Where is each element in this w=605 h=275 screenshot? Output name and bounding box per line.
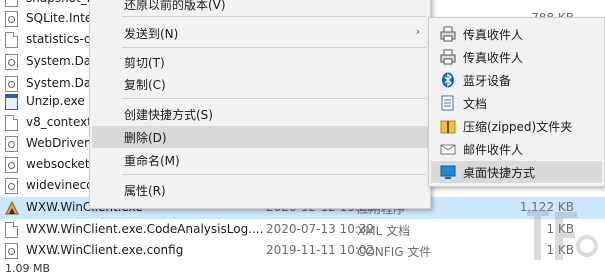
file-name: Unzip.exe: [26, 94, 85, 108]
submenu-item-documents[interactable]: 文档: [431, 92, 602, 114]
context-menu: 还原以前的版本(V) 发送到(N) › 剪切(T) 复制(C) 创建快捷方式(S…: [89, 0, 431, 209]
file-name: websocket: [26, 157, 90, 171]
file-row[interactable]: WXW.WinClient.exe.config 2019-11-11 10:0…: [0, 240, 605, 262]
submenu-item-label: 邮件收件人: [463, 143, 524, 157]
menu-item-properties[interactable]: 属性(R): [92, 179, 428, 201]
menu-item-send-to[interactable]: 发送到(N) ›: [92, 22, 428, 44]
mail-icon: [440, 141, 456, 157]
config-file-icon: [5, 54, 18, 70]
submenu-item-label: 压缩(zipped)文件夹: [463, 120, 573, 134]
menu-item-label: 属性(R): [124, 184, 166, 198]
submenu-item-label: 桌面快捷方式: [463, 166, 536, 180]
watermark-logo: [527, 210, 598, 260]
submenu-item-zip-folder[interactable]: 压缩(zipped)文件夹: [431, 115, 602, 137]
submenu-item-label: 传真收件人: [463, 28, 524, 42]
menu-separator: [122, 174, 426, 175]
send-to-submenu: 传真收件人 传真收件人 蓝牙设备 文档 压缩(zipped)文件夹 邮件收件人: [428, 17, 605, 187]
file-name: WebDriver: [26, 136, 90, 150]
document-icon: [440, 95, 456, 111]
menu-item-restore-previous[interactable]: 还原以前的版本(V): [92, 0, 428, 15]
file-name: System.Dat: [26, 54, 96, 68]
menu-item-cut[interactable]: 剪切(T): [92, 51, 428, 73]
file-type: CONFIG 文件: [357, 245, 432, 259]
menu-item-label: 复制(C): [124, 78, 166, 92]
submenu-item-mail-recipient[interactable]: 邮件收件人: [431, 138, 602, 160]
wxw-app-icon: [5, 200, 19, 216]
menu-item-create-shortcut[interactable]: 创建快捷方式(S): [92, 103, 428, 125]
exe-icon: [5, 94, 18, 110]
config-file-icon: [5, 76, 18, 92]
submenu-arrow-icon: ›: [415, 25, 420, 38]
menu-item-label: 删除(D): [124, 131, 167, 145]
submenu-item-bluetooth[interactable]: 蓝牙设备: [431, 69, 602, 91]
submenu-item-label: 文档: [463, 97, 488, 111]
file-name: v8_context_: [26, 115, 98, 129]
config-file-icon: [5, 157, 18, 173]
file-name: SQLite.Inte: [26, 11, 93, 25]
menu-item-copy[interactable]: 复制(C): [92, 73, 428, 95]
config-file-icon: [5, 243, 18, 259]
menu-item-label: 发送到(N): [124, 27, 179, 41]
file-icon: [5, 222, 18, 238]
menu-separator: [122, 47, 426, 48]
file-icon: [5, 0, 18, 7]
file-icon: [5, 115, 18, 131]
fax-printer-icon: [440, 49, 456, 65]
menu-item-delete[interactable]: 删除(D): [92, 126, 428, 148]
config-file-icon: [5, 136, 18, 152]
menu-item-label: 剪切(T): [124, 56, 165, 70]
submenu-item-label: 蓝牙设备: [463, 74, 512, 88]
file-name: WXW.WinClient.exe.CodeAnalysisLog....: [26, 222, 264, 236]
menu-item-label: 创建快捷方式(S): [124, 108, 213, 122]
file-name: snapshot_b: [26, 0, 94, 5]
menu-item-rename[interactable]: 重命名(M): [92, 149, 428, 171]
desktop-icon: [440, 164, 456, 180]
submenu-item-fax-recipient[interactable]: 传真收件人: [431, 23, 602, 45]
fax-printer-icon: [440, 26, 456, 42]
config-file-icon: [5, 178, 18, 194]
menu-item-label: 还原以前的版本(V): [124, 0, 226, 12]
file-type: XML 文档: [357, 224, 411, 238]
file-name: System.Dat: [26, 76, 96, 90]
menu-separator: [122, 16, 426, 17]
file-name: statistics-co: [26, 32, 98, 46]
submenu-item-fax-recipient[interactable]: 传真收件人: [431, 46, 602, 68]
zip-folder-icon: [440, 118, 456, 134]
menu-separator: [122, 98, 426, 99]
status-bar-size: 1.09 MB: [5, 262, 51, 275]
config-file-icon: [5, 11, 18, 27]
file-name: WXW.WinClient.exe.config: [26, 243, 184, 257]
submenu-item-label: 传真收件人: [463, 51, 524, 65]
menu-item-label: 重命名(M): [124, 154, 180, 168]
file-row[interactable]: WXW.WinClient.exe.CodeAnalysisLog.... 20…: [0, 219, 605, 241]
bluetooth-icon: [440, 72, 456, 88]
file-icon: [5, 32, 18, 48]
file-name: widevinecd: [26, 178, 94, 192]
submenu-item-desktop-shortcut[interactable]: 桌面快捷方式: [431, 161, 602, 183]
